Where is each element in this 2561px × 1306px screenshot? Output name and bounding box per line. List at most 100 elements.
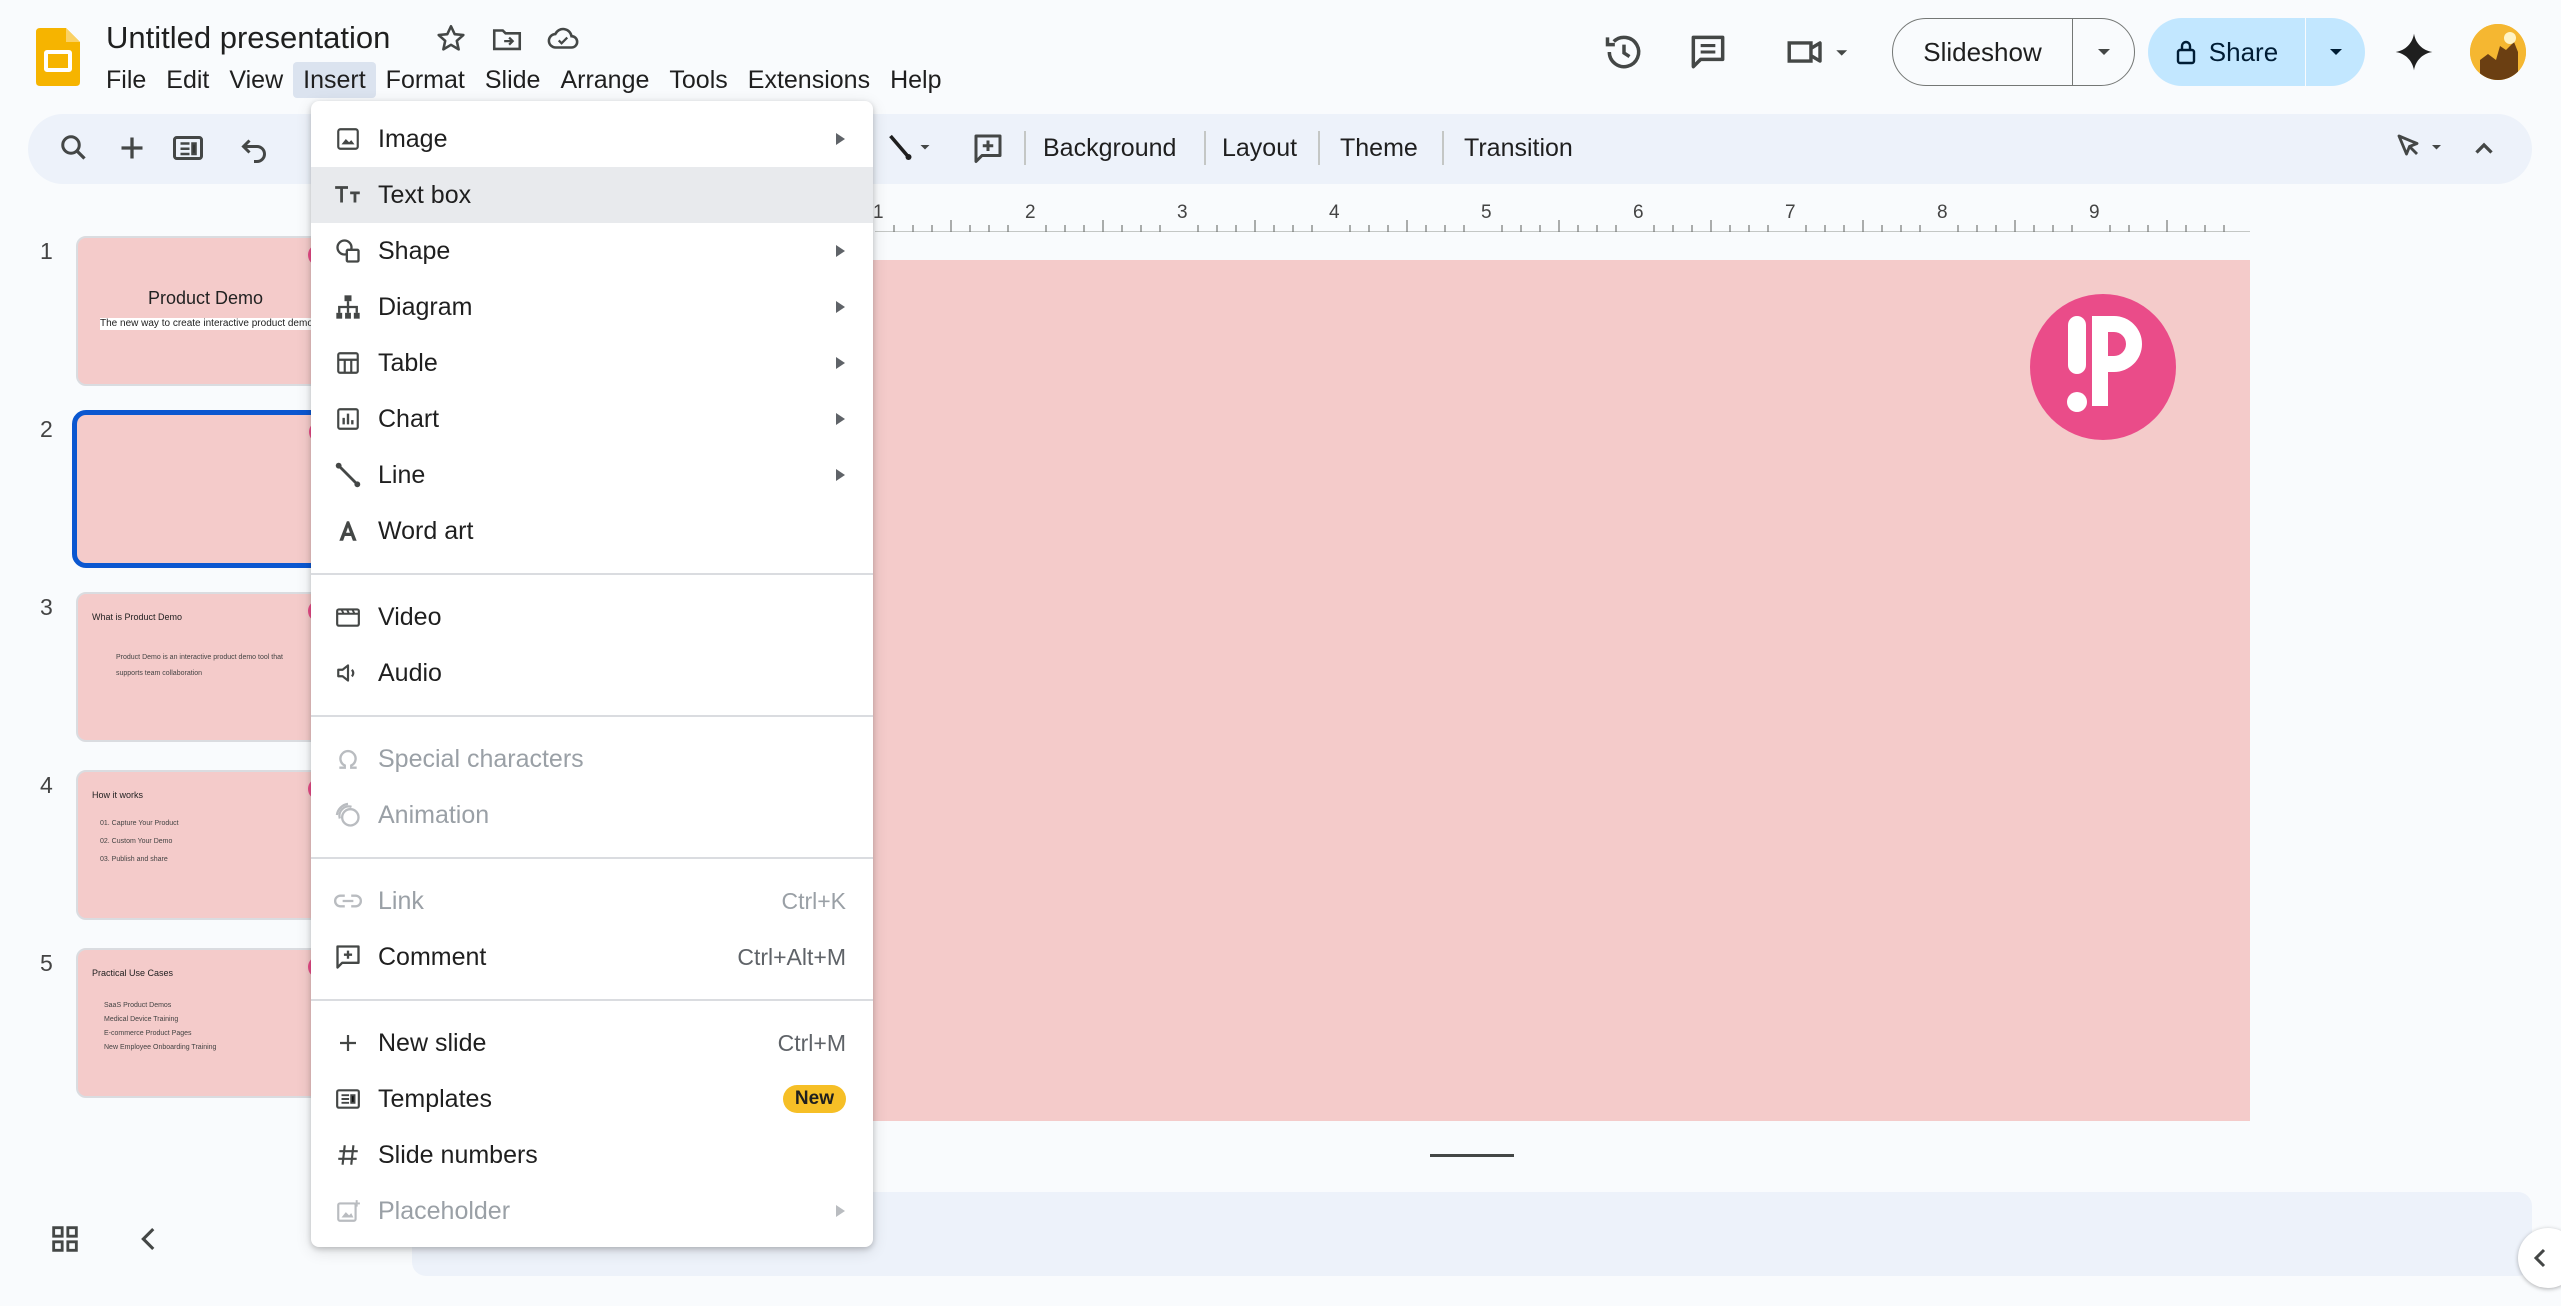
undo-icon[interactable] [236, 130, 272, 166]
background-button[interactable]: Background [1043, 130, 1176, 166]
cloud-saved-icon[interactable] [546, 22, 580, 56]
menu-file[interactable]: File [96, 62, 156, 98]
move-folder-icon[interactable] [490, 22, 524, 56]
menu-item-label: Placeholder [378, 1196, 511, 1225]
text-box-icon [333, 180, 363, 210]
menu-item-label: Templates [378, 1084, 492, 1113]
share-group: Share [2148, 18, 2365, 86]
side-panel-expand-icon[interactable] [2518, 1228, 2561, 1288]
menu-format[interactable]: Format [376, 62, 475, 98]
submenu-arrow-icon [836, 301, 845, 313]
ruler-mark: 8 [1937, 202, 1948, 223]
link-icon [333, 886, 363, 916]
submenu-arrow-icon [836, 469, 845, 481]
menu-item-table[interactable]: Table [311, 335, 873, 391]
menu-item-comment[interactable]: Comment Ctrl+Alt+M [311, 929, 873, 985]
menu-slide[interactable]: Slide [475, 62, 551, 98]
menu-item-slide-numbers[interactable]: Slide numbers [311, 1127, 873, 1183]
grid-view-icon[interactable] [48, 1222, 82, 1256]
menu-item-templates[interactable]: Templates New [311, 1071, 873, 1127]
select-mode-icon[interactable] [2390, 130, 2450, 166]
menu-arrange[interactable]: Arrange [550, 62, 659, 98]
thumb-text: 01. Capture Your Product [100, 820, 179, 827]
search-menus-icon[interactable] [56, 130, 92, 166]
thumb-text: 03. Publish and share [100, 856, 168, 863]
word-art-icon [333, 516, 363, 546]
menu-item-label: New slide [378, 1028, 487, 1057]
lock-icon [2175, 39, 2197, 65]
toolbar-divider [1024, 131, 1026, 165]
slideshow-dropdown-icon[interactable] [2073, 19, 2134, 85]
menu-item-video[interactable]: Video [311, 589, 873, 645]
menu-item-line[interactable]: Line [311, 447, 873, 503]
line-tool-icon[interactable] [884, 130, 936, 166]
menu-item-label: Video [378, 602, 442, 631]
ruler-mark: 6 [1633, 202, 1644, 223]
menu-item-new-slide[interactable]: New slide Ctrl+M [311, 1015, 873, 1071]
slideshow-button[interactable]: Slideshow [1893, 19, 2073, 85]
ruler-mark: 5 [1481, 202, 1492, 223]
share-dropdown-icon[interactable] [2306, 18, 2365, 86]
menu-item-text-box[interactable]: Text box [311, 167, 873, 223]
slide-thumbnail-1[interactable]: Product Demo The new way to create inter… [76, 236, 324, 386]
menu-help[interactable]: Help [880, 62, 951, 98]
slide-thumbnail-5[interactable]: Practical Use Cases SaaS Product Demos M… [76, 948, 324, 1098]
menu-item-audio[interactable]: Audio [311, 645, 873, 701]
thumb-title: What is Product Demo [92, 612, 183, 622]
menu-tools[interactable]: Tools [659, 62, 737, 98]
menu-item-special-characters[interactable]: Special characters [311, 731, 873, 787]
transition-button[interactable]: Transition [1464, 130, 1573, 166]
slide-number: 5 [40, 950, 53, 976]
menu-view[interactable]: View [219, 62, 293, 98]
avatar[interactable] [2470, 24, 2526, 80]
menu-item-placeholder[interactable]: Placeholder [311, 1183, 873, 1239]
star-icon[interactable] [434, 22, 468, 56]
menu-item-link[interactable]: Link Ctrl+K [311, 873, 873, 929]
meet-call-icon[interactable] [1782, 30, 1858, 74]
thumb-text: New Employee Onboarding Training [104, 1044, 217, 1051]
collapse-toolbar-icon[interactable] [2466, 130, 2502, 166]
version-history-icon[interactable] [1602, 30, 1646, 74]
ruler-mark: 4 [1329, 202, 1340, 223]
comments-icon[interactable] [1686, 30, 1730, 74]
menu-item-label: Line [378, 460, 426, 489]
new-slide-icon[interactable] [114, 130, 150, 166]
menu-item-image[interactable]: Image [311, 111, 873, 167]
slide-number: 4 [40, 772, 53, 798]
thumb-subtitle: The new way to create interactive produc… [100, 318, 313, 329]
theme-button[interactable]: Theme [1340, 130, 1418, 166]
layout-button[interactable]: Layout [1222, 130, 1297, 166]
menu-item-label: Link [378, 886, 424, 915]
document-title[interactable]: Untitled presentation [106, 20, 390, 56]
menu-item-diagram[interactable]: Diagram [311, 279, 873, 335]
animation-icon [333, 800, 363, 830]
diagram-icon [333, 292, 363, 322]
slide-thumbnail-4[interactable]: How it works 01. Capture Your Product 02… [76, 770, 324, 920]
share-button[interactable]: Share [2148, 18, 2306, 86]
slide-thumbnail-3[interactable]: What is Product Demo Product Demo is an … [76, 592, 324, 742]
menu-insert[interactable]: Insert [293, 62, 376, 98]
line-icon [333, 460, 363, 490]
menu-item-chart[interactable]: Chart [311, 391, 873, 447]
menu-item-word-art[interactable]: Word art [311, 503, 873, 559]
notes-resize-handle[interactable] [1430, 1154, 1514, 1157]
menu-extensions[interactable]: Extensions [738, 62, 880, 98]
gemini-sparkle-icon[interactable] [2392, 30, 2436, 74]
menu-item-label: Table [378, 348, 438, 377]
slides-logo-icon[interactable] [36, 28, 80, 86]
add-comment-icon[interactable] [970, 130, 1006, 166]
collapse-filmstrip-icon[interactable] [132, 1222, 166, 1256]
image-icon [333, 124, 363, 154]
slide-thumbnail-2[interactable] [72, 410, 328, 568]
menu-item-shape[interactable]: Shape [311, 223, 873, 279]
menu-item-label: Audio [378, 658, 442, 687]
brand-logo-icon[interactable] [2030, 294, 2176, 440]
templates-icon[interactable] [170, 130, 206, 166]
ruler-mark: 7 [1785, 202, 1796, 223]
menu-item-animation[interactable]: Animation [311, 787, 873, 843]
table-icon [333, 348, 363, 378]
menu-item-label: Animation [378, 800, 490, 829]
horizontal-ruler[interactable] [875, 198, 2250, 232]
shortcut-text: Ctrl+Alt+M [737, 943, 846, 970]
menu-edit[interactable]: Edit [156, 62, 219, 98]
